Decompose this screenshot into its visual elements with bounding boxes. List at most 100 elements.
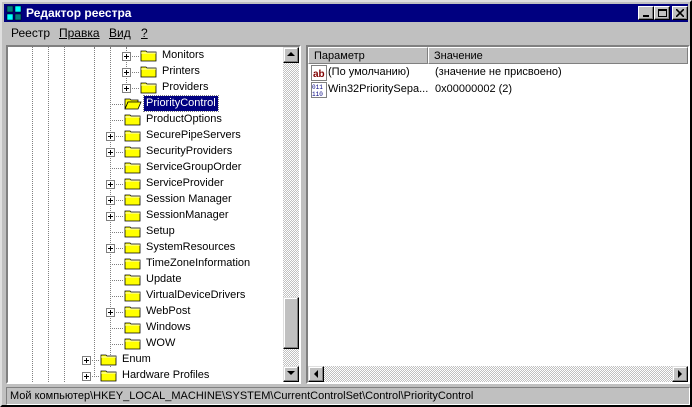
minimize-icon <box>643 15 649 17</box>
status-bar: Мой компьютер\HKEY_LOCAL_MACHINE\SYSTEM\… <box>6 387 690 405</box>
tree-vertical-scrollbar[interactable] <box>283 47 299 382</box>
folder-icon <box>124 162 141 174</box>
tree-connector <box>110 344 123 345</box>
menu-help[interactable]: ? <box>138 24 151 43</box>
value-name: (По умолчанию) <box>328 66 410 78</box>
folder-icon <box>124 322 141 334</box>
arrow-right-icon <box>678 370 682 378</box>
folder-icon <box>124 242 141 254</box>
close-icon <box>676 9 684 17</box>
menu-registry[interactable]: Реестр <box>8 24 53 43</box>
svg-text:110: 110 <box>312 91 323 98</box>
scroll-right-button[interactable] <box>672 366 688 382</box>
arrow-down-icon <box>287 371 295 375</box>
tree-node-label: ServiceGroupOrder <box>146 161 242 173</box>
folder-icon <box>100 370 117 382</box>
scroll-thumb[interactable] <box>283 297 299 349</box>
tree-node-label: Setup <box>146 225 175 237</box>
tree-connector <box>110 328 123 329</box>
tree-node-label: Providers <box>162 81 209 93</box>
tree-connector <box>110 296 123 297</box>
tree-node-label: ProductOptions <box>146 113 222 125</box>
column-header-data[interactable]: Значение <box>428 47 688 64</box>
tree-node-label: Update <box>146 273 182 285</box>
folder-icon <box>124 130 141 142</box>
tree-guide-line <box>48 47 49 382</box>
folder-icon <box>124 146 141 158</box>
tree-node-label: SystemResources <box>146 241 236 253</box>
scroll-down-button[interactable] <box>283 366 299 382</box>
scroll-left-button[interactable] <box>308 366 324 382</box>
folder-icon <box>124 306 141 318</box>
expand-icon[interactable] <box>122 68 131 77</box>
tree-node-label: SecurityProviders <box>146 145 233 157</box>
tree-connector <box>110 280 123 281</box>
tree-node-label: Printers <box>162 65 200 77</box>
tree-node-label: SessionManager <box>146 209 229 221</box>
values-list-pane[interactable]: Параметр Значение ab (По умолчанию) (зна… <box>306 45 690 384</box>
tree-node-label: TimeZoneInformation <box>146 257 251 269</box>
expand-icon[interactable] <box>106 132 115 141</box>
value-data: 0x00000002 (2) <box>435 83 513 95</box>
minimize-button[interactable] <box>638 6 654 20</box>
expand-icon[interactable] <box>106 244 115 253</box>
menu-view-label: Вид <box>109 26 131 40</box>
folder-icon <box>124 178 141 190</box>
folder-icon <box>100 354 117 366</box>
expand-icon[interactable] <box>106 308 115 317</box>
tree-guide-line <box>94 47 95 377</box>
column-header-name[interactable]: Параметр <box>308 47 428 64</box>
tree-connector <box>110 120 123 121</box>
expand-icon[interactable] <box>122 84 131 93</box>
tree-node-label: Session Manager <box>146 193 232 205</box>
dword-value-icon: 011 110 <box>311 82 327 98</box>
tree-node-label: Windows <box>146 321 191 333</box>
maximize-button[interactable] <box>654 6 670 20</box>
list-horizontal-scrollbar[interactable] <box>308 366 688 382</box>
folder-icon <box>124 258 141 270</box>
close-button[interactable] <box>672 6 688 20</box>
tree-node-label: PriorityControl <box>143 95 219 112</box>
folder-icon <box>124 338 141 350</box>
folder-icon <box>124 274 141 286</box>
expand-icon[interactable] <box>106 148 115 157</box>
arrow-left-icon <box>314 370 318 378</box>
tree-node-label: Enum <box>122 353 151 365</box>
svg-text:011: 011 <box>312 84 323 91</box>
expand-icon[interactable] <box>122 52 131 61</box>
tree-connector <box>110 104 123 105</box>
folder-icon <box>140 50 157 62</box>
folder-icon <box>140 82 157 94</box>
registry-editor-window: Редактор реестра Реестр Правка Вид ? Mon… <box>0 0 692 407</box>
menu-edit[interactable]: Правка <box>56 24 103 43</box>
folder-icon <box>124 114 141 126</box>
expand-icon[interactable] <box>106 196 115 205</box>
key-tree-pane[interactable]: Monitors Printers Providers PriorityControl… <box>6 45 301 384</box>
tree-node-label: Monitors <box>162 49 205 61</box>
open-folder-icon <box>124 98 142 110</box>
tree-node-label: ServiceProvider <box>146 177 224 189</box>
menu-help-label: ? <box>141 26 148 40</box>
title-bar[interactable]: Редактор реестра <box>4 4 688 22</box>
expand-icon[interactable] <box>106 212 115 221</box>
tree-connector <box>110 264 123 265</box>
menu-edit-label: Правка <box>59 26 100 40</box>
tree-guide-line <box>64 47 65 382</box>
svg-text:ab: ab <box>313 69 325 80</box>
tree-node-label: Hardware Profiles <box>122 369 210 381</box>
menu-view[interactable]: Вид <box>106 24 134 43</box>
tree-node-label: SecurePipeServers <box>146 129 241 141</box>
expand-icon[interactable] <box>106 180 115 189</box>
tree-node-label: WebPost <box>146 305 191 317</box>
scroll-up-button[interactable] <box>283 47 299 63</box>
folder-icon <box>124 194 141 206</box>
tree-guide-line <box>110 47 111 367</box>
folder-icon <box>124 210 141 222</box>
tree-node-label: WOW <box>146 337 176 349</box>
folder-icon <box>124 290 141 302</box>
expand-icon[interactable] <box>82 356 91 365</box>
string-value-icon: ab <box>311 65 327 81</box>
expand-icon[interactable] <box>82 372 91 381</box>
status-path: Мой компьютер\HKEY_LOCAL_MACHINE\SYSTEM\… <box>10 390 474 402</box>
registry-editor-icon <box>6 5 22 21</box>
